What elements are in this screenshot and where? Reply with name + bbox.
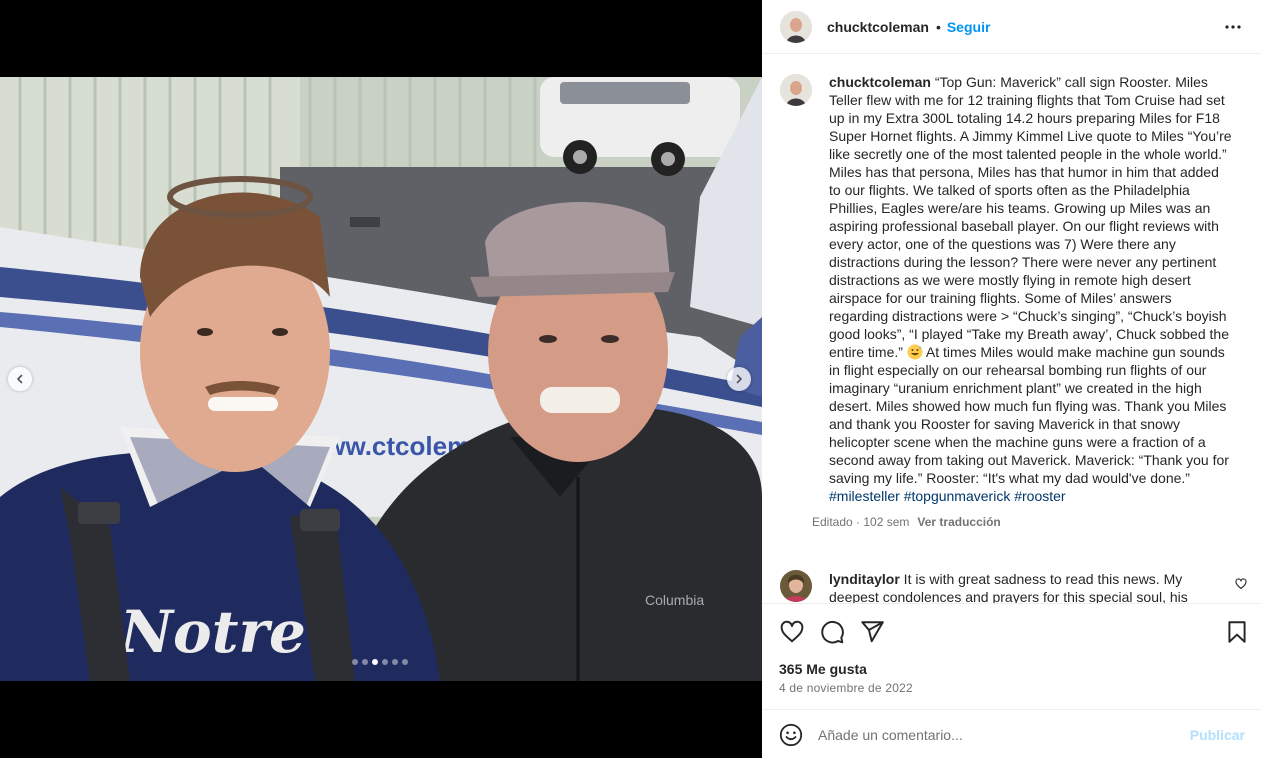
hashtag-link[interactable]: #milesteller [829, 488, 900, 504]
emoji-icon[interactable] [779, 723, 803, 747]
post-side-panel: chucktcoleman • Seguir chucktcoleman “To… [762, 0, 1261, 758]
post-caption: chucktcoleman “Top Gun: Maverick” call s… [829, 73, 1233, 505]
post-actions-bar: 365 Me gusta 4 de noviembre de 2022 [762, 603, 1261, 708]
carousel-dot-active[interactable] [372, 659, 378, 665]
author-avatar[interactable] [780, 10, 812, 43]
caption-meta: Editado · 102 sem Ver traducción [812, 515, 1233, 529]
carousel-next-button[interactable] [727, 367, 751, 391]
commenter-username[interactable]: lyndi­taylor [829, 571, 900, 587]
caption-text-part-1: “Top Gun: Maverick” call sign Rooster. M… [829, 74, 1232, 360]
comment-heart-icon[interactable] [1235, 578, 1247, 590]
carousel-dot[interactable] [402, 659, 408, 665]
grinning-sweat-emoji [907, 344, 923, 360]
hashtag-link[interactable]: #topgunmaverick [904, 488, 1011, 504]
bookmark-icon[interactable] [1224, 619, 1250, 645]
jacket-brand-text: Columbia [645, 592, 704, 608]
heart-icon[interactable] [779, 619, 805, 645]
carousel-indicators [352, 659, 408, 665]
chevron-left-icon [17, 374, 23, 384]
add-comment-bar: Publicar [762, 709, 1261, 758]
author-username[interactable]: chucktcoleman [827, 19, 929, 35]
commenter-avatar[interactable] [780, 570, 812, 602]
carousel-prev-button[interactable] [8, 367, 32, 391]
carousel-dot[interactable] [382, 659, 388, 665]
edited-timestamp: Editado · 102 sem [812, 515, 910, 529]
carousel-dot[interactable] [352, 659, 358, 665]
caption-username[interactable]: chucktcoleman [829, 74, 931, 90]
likes-count[interactable]: 365 Me gusta [779, 661, 867, 677]
post-media: www.ctcolem Columbia Notre [0, 0, 762, 758]
see-translation-button[interactable]: Ver traducción [917, 515, 1000, 529]
hashtag-link[interactable]: #rooster [1014, 488, 1065, 504]
follow-button[interactable]: Seguir [947, 19, 991, 35]
caption-text-part-2: At times Miles would make machine gun so… [829, 344, 1229, 486]
caption-author-avatar[interactable] [780, 74, 812, 106]
instagram-post-modal: www.ctcolem Columbia Notre chucktcoleman… [0, 0, 1261, 758]
jacket-lettering: Notre [118, 598, 306, 666]
selfie-photo: www.ctcolem Columbia Notre [0, 77, 762, 681]
post-header: chucktcoleman • Seguir [762, 0, 1261, 54]
carousel-dot[interactable] [392, 659, 398, 665]
comments-scroll-area[interactable]: chucktcoleman “Top Gun: Maverick” call s… [762, 55, 1261, 603]
more-options-icon[interactable] [1223, 17, 1243, 37]
comment-icon[interactable] [819, 619, 845, 645]
comment-item: lyndi­taylor It is with great sadness to… [780, 570, 1250, 603]
header-separator: • [935, 18, 941, 35]
post-date[interactable]: 4 de noviembre de 2022 [779, 681, 913, 695]
share-icon[interactable] [859, 619, 885, 645]
comment-input[interactable] [818, 722, 1168, 748]
caption-row: chucktcoleman “Top Gun: Maverick” call s… [780, 73, 1250, 529]
comment-text: lyndi­taylor It is with great sadness to… [829, 570, 1209, 603]
publish-button[interactable]: Publicar [1190, 727, 1245, 743]
chevron-right-icon [736, 374, 742, 384]
post-photo: www.ctcolem Columbia Notre [0, 77, 762, 681]
carousel-dot[interactable] [362, 659, 368, 665]
